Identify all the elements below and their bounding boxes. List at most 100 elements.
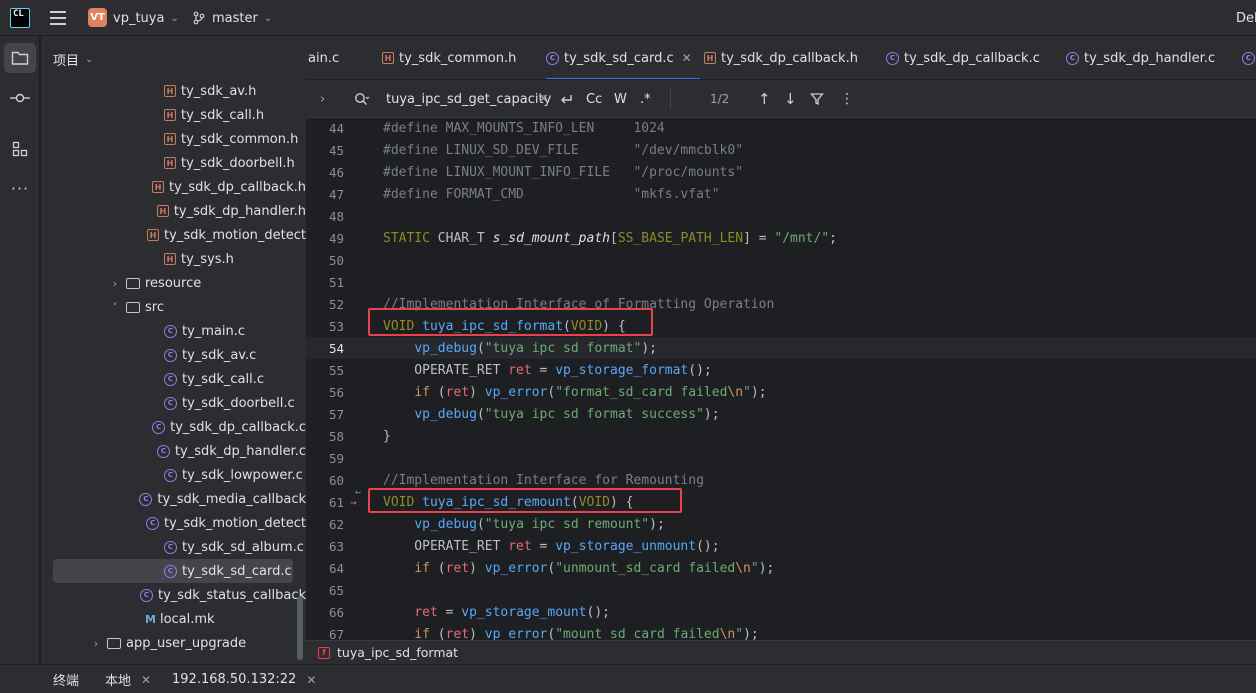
tab-ty-sdk-dp-handler-c[interactable]: C ty_sdk_dp_handler.c (1066, 36, 1215, 79)
tree-item[interactable]: Cty_sdk_sd_album.c (41, 535, 306, 559)
tree-item[interactable]: Hty_sdk_doorbell.h (41, 151, 306, 175)
tree-item[interactable]: Cty_sdk_dp_callback.c (41, 415, 306, 439)
chevron-right-icon[interactable]: › (108, 277, 122, 290)
tree-item[interactable]: Hty_sys.h (41, 247, 306, 271)
code-line[interactable]: 50 (306, 249, 1256, 271)
tree-item[interactable]: › resource (41, 271, 306, 295)
code-line[interactable]: 48 (306, 205, 1256, 227)
code-line[interactable]: 62 vp_debug("tuya ipc sd remount"); (306, 513, 1256, 535)
chevron-down-icon: ⌄ (263, 12, 273, 24)
tree-item[interactable]: Hty_sdk_call.h (41, 103, 306, 127)
code-editor[interactable]: 44 #define MAX_MOUNTS_INFO_LEN 1024 45 #def… (306, 118, 1256, 640)
terminal-tab-remote[interactable]: 192.168.50.132:22 ✕ (172, 665, 316, 693)
code-line[interactable]: 58} (306, 425, 1256, 447)
regex-toggle[interactable]: .* (640, 80, 651, 118)
expand-replace-icon[interactable]: › (320, 80, 325, 118)
tab-overflow[interactable]: C (1242, 36, 1256, 79)
implemented-gutter-icon[interactable]: ← (355, 487, 361, 498)
tree-item-label: ty_sdk_av.c (182, 347, 257, 363)
tree-item[interactable]: Cty_sdk_dp_handler.c (41, 439, 306, 463)
code-line[interactable]: 54 vp_debug("tuya ipc sd format"); (306, 337, 1256, 359)
tab-main-c[interactable]: ain.c (308, 36, 339, 79)
code-line[interactable]: 46 #define LINUX_MOUNT_INFO_FILE "/proc/m… (306, 161, 1256, 183)
code-text: STATIC CHAR_T s_sd_mount_path[SS_BASE_PA… (383, 230, 837, 246)
code-line[interactable]: 45 #define LINUX_SD_DEV_FILE "/dev/mmcblk… (306, 139, 1256, 161)
code-line[interactable]: 57 vp_debug("tuya ipc sd format success"… (306, 403, 1256, 425)
close-tab-icon[interactable]: ✕ (682, 51, 692, 65)
search-history-button[interactable] (354, 80, 370, 118)
tab-ty-sdk-sd-card-c[interactable]: C ty_sdk_sd_card.c ✕ (546, 36, 700, 79)
code-line[interactable]: 56 if (ret) vp_error("format_sd_card fai… (306, 381, 1256, 403)
structure-tool-button[interactable] (4, 134, 36, 164)
project-panel-header[interactable]: 项目 ⌄ (53, 50, 93, 69)
tree-item[interactable]: Cty_sdk_call.c (41, 367, 306, 391)
tree-item[interactable]: ˅ src (41, 295, 306, 319)
find-bar: › tuya_ipc_sd_get_capacity ✕ Cc W .* 1/2… (306, 80, 1256, 118)
code-line[interactable]: 59 (306, 447, 1256, 469)
tree-item[interactable]: Mlocal.mk (41, 607, 306, 631)
tab-ty-sdk-common-h[interactable]: H ty_sdk_common.h (382, 36, 516, 79)
terminal-tab-local[interactable]: 本地 ✕ (105, 665, 151, 693)
tab-ty-sdk-dp-callback-h[interactable]: H ty_sdk_dp_callback.h (704, 36, 858, 79)
tree-item[interactable]: Hty_sdk_dp_callback.h (41, 175, 306, 199)
project-tool-button[interactable] (4, 43, 36, 73)
project-badge[interactable]: VT (88, 8, 107, 27)
previous-occurrence-icon[interactable]: ↑ (758, 80, 771, 118)
project-scrollbar[interactable] (297, 596, 303, 660)
terminal-title[interactable]: 终端 (53, 665, 79, 693)
clear-search-icon[interactable]: ✕ (538, 80, 549, 118)
filter-button[interactable] (810, 80, 824, 118)
project-switcher[interactable]: vp_tuya ⌄ (113, 0, 179, 36)
tree-item[interactable]: Cty_sdk_doorbell.c (41, 391, 306, 415)
code-line[interactable]: 55 OPERATE_RET ret = vp_storage_format()… (306, 359, 1256, 381)
code-line[interactable]: 67 if (ret) vp_error("mount_sd_card fail… (306, 623, 1256, 641)
code-line[interactable]: 47 #define FORMAT_CMD "mkfs.vfat" (306, 183, 1256, 205)
tree-item[interactable]: Hty_sdk_motion_detect (41, 223, 306, 247)
close-tab-icon[interactable]: ✕ (306, 673, 316, 687)
tree-item[interactable]: Cty_sdk_media_callback (41, 487, 306, 511)
tree-item[interactable]: › app_user_upgrade (41, 631, 306, 655)
main-menu-button[interactable] (48, 0, 68, 36)
line-number: 48 (328, 208, 344, 224)
search-input[interactable]: tuya_ipc_sd_get_capacity (386, 80, 551, 118)
tree-item[interactable]: Cty_sdk_status_callback (41, 583, 306, 607)
tree-item-label: src (145, 299, 164, 315)
chevron-down-icon[interactable]: ˅ (108, 301, 122, 314)
tab-ty-sdk-dp-callback-c[interactable]: C ty_sdk_dp_callback.c (886, 36, 1040, 79)
tree-item[interactable]: Cty_sdk_av.c (41, 343, 306, 367)
code-line[interactable]: 51 (306, 271, 1256, 293)
branch-switcher[interactable]: master ⌄ (192, 0, 272, 36)
code-line[interactable]: 65 (306, 579, 1256, 601)
code-line[interactable]: 64 if (ret) vp_error("unmount_sd_card fa… (306, 557, 1256, 579)
code-line[interactable]: 63 OPERATE_RET ret = vp_storage_unmount(… (306, 535, 1256, 557)
app-logo-icon[interactable]: CL (10, 8, 30, 28)
hamburger-icon (50, 11, 66, 13)
code-line[interactable]: 44 #define MAX_MOUNTS_INFO_LEN 1024 (306, 118, 1256, 139)
c-file-icon: C (164, 564, 177, 578)
chevron-down-icon: ⌄ (170, 12, 179, 24)
line-number: 51 (328, 274, 344, 290)
match-case-toggle[interactable]: Cc (586, 80, 602, 118)
tree-item[interactable]: Hty_sdk_common.h (41, 127, 306, 151)
code-text: if (ret) vp_error("unmount_sd_card faile… (414, 560, 775, 576)
terminal-tab-label: 192.168.50.132:22 (172, 672, 297, 687)
commit-tool-button[interactable] (4, 83, 36, 113)
words-toggle[interactable]: W (614, 80, 627, 118)
more-vertical-icon[interactable]: ⋮ (840, 80, 854, 118)
more-tools-button[interactable]: ··· (4, 173, 36, 203)
next-occurrence-icon[interactable]: ↓ (784, 80, 797, 118)
chevron-right-icon[interactable]: › (89, 637, 103, 650)
new-line-toggle[interactable] (558, 80, 574, 118)
tree-item[interactable]: Cty_sdk_motion_detect (41, 511, 306, 535)
code-line[interactable]: 49 STATIC CHAR_T s_sd_mount_path[SS_BASE_… (306, 227, 1256, 249)
tree-item[interactable]: Cty_sdk_sd_card.c (53, 559, 293, 583)
tree-item[interactable]: Cty_main.c (41, 319, 306, 343)
tree-item[interactable]: Cty_sdk_lowpower.c (41, 463, 306, 487)
tree-item-label: ty_sdk_call.h (181, 107, 265, 123)
line-number: 55 (328, 362, 344, 378)
breadcrumb[interactable]: f tuya_ipc_sd_format (306, 640, 1256, 664)
close-tab-icon[interactable]: ✕ (141, 673, 151, 687)
tree-item[interactable]: Hty_sdk_av.h (41, 79, 306, 103)
tree-item[interactable]: Hty_sdk_dp_handler.h (41, 199, 306, 223)
code-line[interactable]: 66 ret = vp_storage_mount(); (306, 601, 1256, 623)
